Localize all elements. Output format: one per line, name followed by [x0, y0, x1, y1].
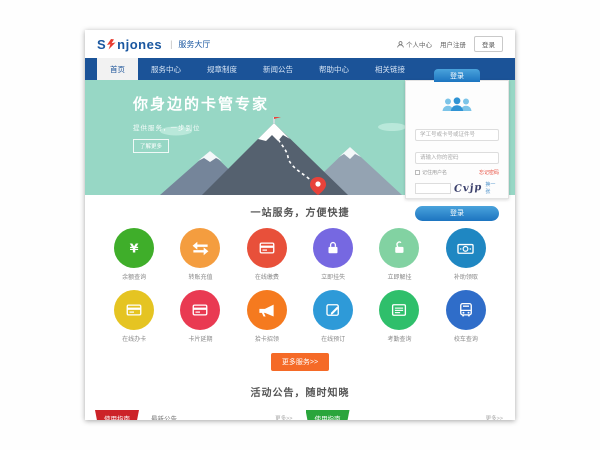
service-item-pay[interactable]: 在线缴费	[234, 228, 300, 281]
hero-cta-button[interactable]: 了解更多	[133, 139, 169, 153]
user-register-link[interactable]: 用户注册	[440, 39, 466, 49]
header-login-button[interactable]: 登录	[474, 36, 503, 52]
service-item-apply-card[interactable]: 在线办卡	[101, 290, 167, 343]
service-item-booking[interactable]: 在线预订	[300, 290, 366, 343]
yen-icon: ¥	[114, 228, 154, 268]
services-section: 一站服务，方便快捷 ¥ 余额查询 转账充值 在线缴费	[85, 195, 515, 371]
more-link-right[interactable]: 更多>>	[486, 414, 505, 420]
hero-title: 你身边的卡管专家	[133, 93, 269, 114]
nav-item-home[interactable]: 首页	[97, 58, 138, 80]
announcements-left-panel: 使用指南 最新公告 更多>>	[95, 410, 295, 420]
lock-icon	[313, 228, 353, 268]
service-item-subsidy[interactable]: 补助领取	[433, 228, 499, 281]
banknote-icon	[446, 228, 486, 268]
svg-text:¥: ¥	[130, 242, 139, 257]
users-icon	[415, 97, 499, 117]
user-icon	[397, 41, 404, 48]
service-item-card-extend[interactable]: 卡片延期	[167, 290, 233, 343]
logo-divider: |	[170, 39, 172, 49]
service-item-transfer[interactable]: 转账充值	[167, 228, 233, 281]
card-icon	[180, 290, 220, 330]
tab-usage-guide-right[interactable]: 使用指南	[306, 410, 350, 420]
captcha-image[interactable]: Cvjp	[454, 182, 483, 195]
nav-item-service-center[interactable]: 服务中心	[138, 58, 194, 80]
password-input[interactable]	[415, 152, 499, 164]
service-item-lost-found[interactable]: 拾卡招领	[234, 290, 300, 343]
personal-center-link[interactable]: 个人中心	[397, 39, 432, 49]
login-tab[interactable]: 登录	[434, 69, 480, 82]
user-register-label: 用户注册	[440, 39, 466, 49]
list-icon	[379, 290, 419, 330]
username-input[interactable]	[415, 129, 499, 141]
nav-item-rules[interactable]: 规章制度	[194, 58, 250, 80]
lightning-icon	[107, 39, 116, 50]
more-link-left[interactable]: 更多>>	[275, 414, 294, 420]
logo-text-left: S	[97, 37, 106, 52]
logo-text-right: njones	[117, 37, 162, 52]
tab-usage-guide-left[interactable]: 使用指南	[95, 410, 139, 420]
captcha-input[interactable]	[415, 183, 451, 194]
service-item-attendance[interactable]: 考勤查询	[366, 290, 432, 343]
announcements-section: 活动公告，随时知晓 使用指南 最新公告 更多>> 使用指南 更多>>	[85, 371, 515, 420]
logo[interactable]: S njones | 服务大厅	[97, 37, 210, 52]
page: S njones | 服务大厅 个人中心 用户注册 登录 首页 服务中心 规章制…	[85, 30, 515, 420]
nav-item-help[interactable]: 帮助中心	[306, 58, 362, 80]
unlock-icon	[379, 228, 419, 268]
remember-checkbox[interactable]	[415, 170, 420, 175]
edit-icon	[313, 290, 353, 330]
service-item-balance[interactable]: ¥ 余额查询	[101, 228, 167, 281]
login-submit-button[interactable]: 登录	[415, 206, 499, 221]
announcements-title: 活动公告，随时知晓	[85, 384, 515, 399]
megaphone-icon	[247, 290, 287, 330]
service-item-report-loss[interactable]: 立即挂失	[300, 228, 366, 281]
service-item-unlock[interactable]: 立即解挂	[366, 228, 432, 281]
captcha-refresh-link[interactable]: 换一张	[485, 181, 499, 195]
services-grid: ¥ 余额查询 转账充值 在线缴费 立即挂失	[85, 219, 515, 343]
remember-label: 记住用户名	[422, 169, 447, 176]
nav-item-news[interactable]: 新闻公告	[250, 58, 306, 80]
top-header: S njones | 服务大厅 个人中心 用户注册 登录	[85, 30, 515, 58]
card-icon	[114, 290, 154, 330]
announcements-right-panel: 使用指南 更多>>	[306, 410, 506, 420]
tab-latest-notices[interactable]: 最新公告	[151, 413, 177, 420]
login-panel: 登录 记住用户名 忘记密码 Cvjp 换一张 登录	[405, 80, 509, 199]
nav-item-links[interactable]: 相关链接	[362, 58, 418, 80]
transfer-icon	[180, 228, 220, 268]
bus-icon	[446, 290, 486, 330]
service-item-school-bus[interactable]: 校车查询	[433, 290, 499, 343]
site-name: 服务大厅	[178, 39, 210, 50]
more-services-button[interactable]: 更多服务>>	[271, 353, 329, 371]
personal-center-label: 个人中心	[406, 39, 432, 49]
card-icon	[247, 228, 287, 268]
hero-subtitle: 提供服务，一步到位	[133, 122, 269, 132]
forgot-password-link[interactable]: 忘记密码	[479, 169, 499, 176]
